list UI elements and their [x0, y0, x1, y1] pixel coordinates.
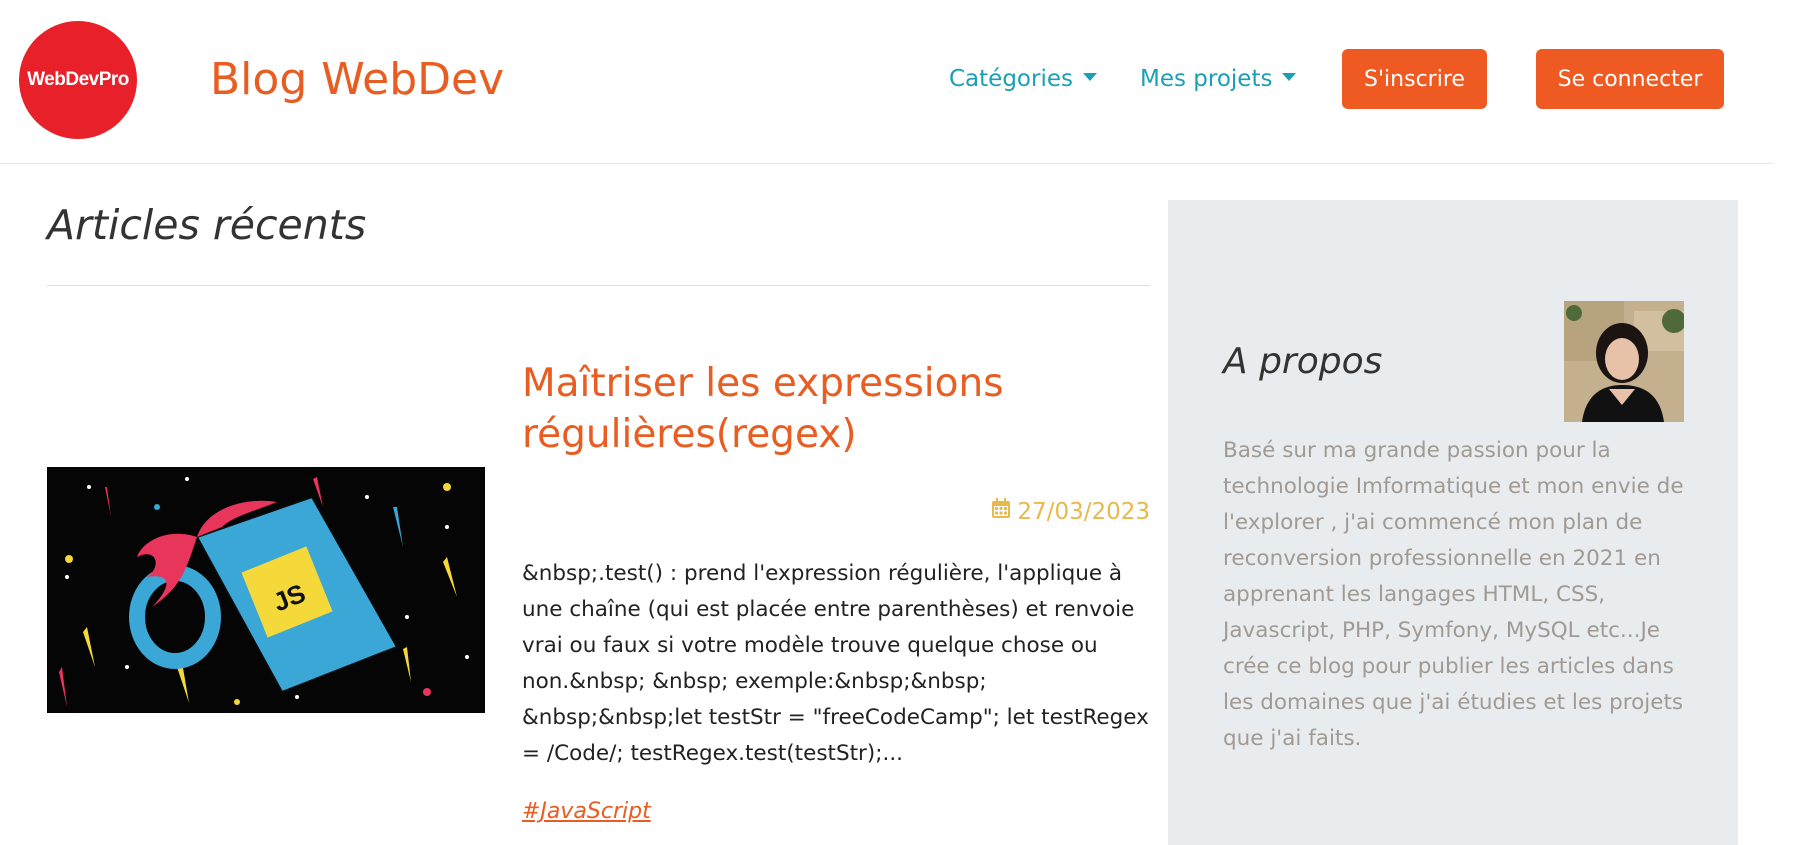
- article-date: 27/03/2023: [991, 497, 1150, 527]
- caret-down-icon: [1082, 72, 1097, 81]
- section-divider: [47, 285, 1150, 286]
- section-title: Articles récents: [47, 201, 367, 249]
- site-header: WebDevPro Blog WebDev Catégories Mes pro…: [0, 0, 1773, 164]
- js-mug-illustration: JS: [47, 467, 485, 713]
- nav-dropdown-projects[interactable]: Mes projets: [1140, 64, 1297, 94]
- article-thumbnail[interactable]: JS: [47, 467, 485, 713]
- article-tag-link[interactable]: #JavaScript: [522, 797, 651, 827]
- nav-categories-label: Catégories: [949, 66, 1073, 92]
- caret-down-icon: [1282, 72, 1297, 81]
- author-avatar: [1564, 301, 1684, 422]
- nav-projects-label: Mes projets: [1140, 66, 1273, 92]
- article-title[interactable]: Maîtriser les expressions régulières(reg…: [522, 358, 1152, 460]
- article-excerpt: &nbsp;.test() : prend l'expression régul…: [522, 561, 1149, 766]
- login-button[interactable]: Se connecter: [1536, 49, 1724, 109]
- site-title[interactable]: Blog WebDev: [210, 52, 504, 108]
- about-sidebar: A propos Basé sur ma grande passion pour…: [1168, 200, 1738, 845]
- logo-text: WebDevPro: [27, 69, 129, 90]
- calendar-icon: [991, 497, 1011, 527]
- site-logo[interactable]: WebDevPro: [19, 21, 137, 139]
- about-text: Basé sur ma grande passion pour la techn…: [1223, 438, 1684, 751]
- signup-button[interactable]: S'inscrire: [1342, 49, 1487, 109]
- nav-dropdown-categories[interactable]: Catégories: [949, 64, 1097, 94]
- article-date-text: 27/03/2023: [1017, 499, 1150, 525]
- about-title: A propos: [1223, 341, 1383, 382]
